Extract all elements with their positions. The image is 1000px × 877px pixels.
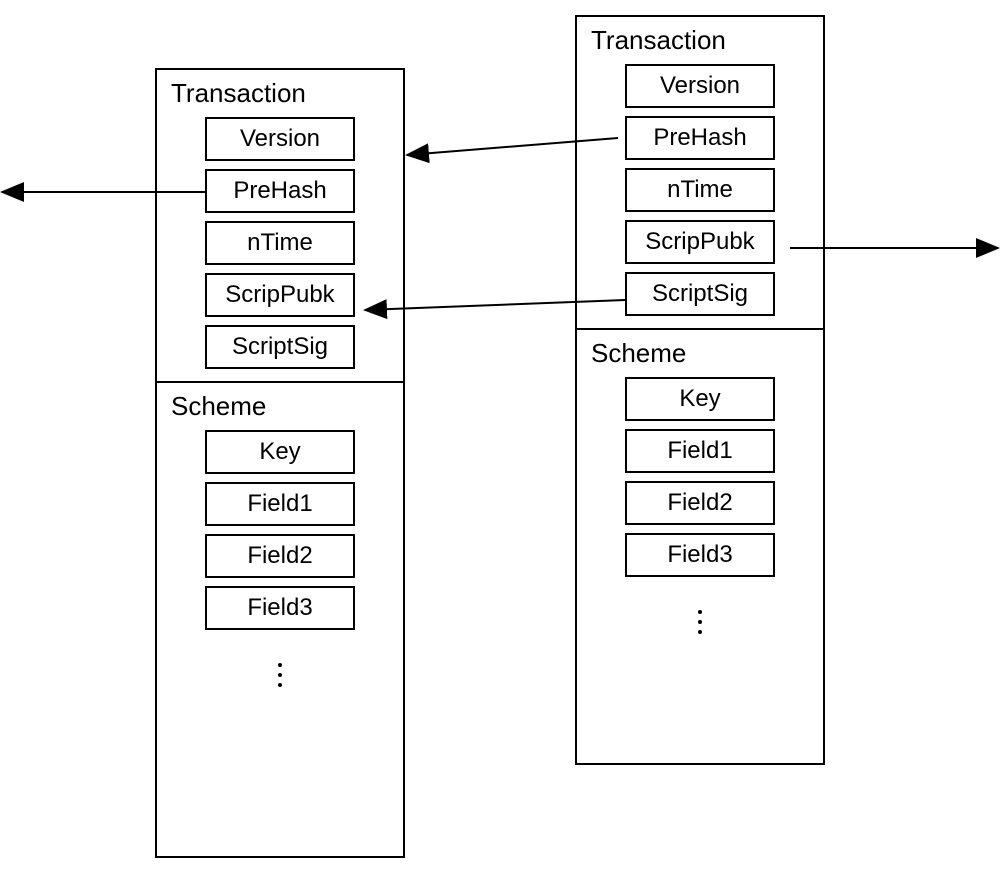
field-scrippubk: ScripPubk [625, 220, 775, 264]
section-transaction: Transaction Version PreHash nTime ScripPubk S… [157, 70, 403, 381]
section-scheme: Scheme Key Field1 Field2 Field3 [577, 328, 823, 669]
field-key: Key [205, 430, 355, 474]
field-field2: Field2 [205, 534, 355, 578]
field-prehash: PreHash [205, 169, 355, 213]
field-ntime: nTime [205, 221, 355, 265]
field-scriptsig: ScriptSig [205, 325, 355, 369]
field-ntime: nTime [625, 168, 775, 212]
field-scrippubk: ScripPubk [205, 273, 355, 317]
section-transaction: Transaction Version PreHash nTime ScripPubk S… [577, 17, 823, 328]
section-scheme: Scheme Key Field1 Field2 Field3 [157, 381, 403, 722]
field-version: Version [205, 117, 355, 161]
ellipsis-icon [589, 587, 811, 657]
field-key: Key [625, 377, 775, 421]
field-prehash: PreHash [625, 116, 775, 160]
field-field3: Field3 [205, 586, 355, 630]
section-title: Scheme [589, 338, 811, 369]
block-right: Transaction Version PreHash nTime ScripPubk S… [575, 15, 825, 765]
field-field1: Field1 [205, 482, 355, 526]
field-scriptsig: ScriptSig [625, 272, 775, 316]
field-field2: Field2 [625, 481, 775, 525]
ellipsis-icon [169, 640, 391, 710]
field-version: Version [625, 64, 775, 108]
field-field3: Field3 [625, 533, 775, 577]
field-field1: Field1 [625, 429, 775, 473]
section-title: Transaction [589, 25, 811, 56]
section-title: Transaction [169, 78, 391, 109]
section-title: Scheme [169, 391, 391, 422]
block-left: Transaction Version PreHash nTime ScripPubk S… [155, 68, 405, 858]
